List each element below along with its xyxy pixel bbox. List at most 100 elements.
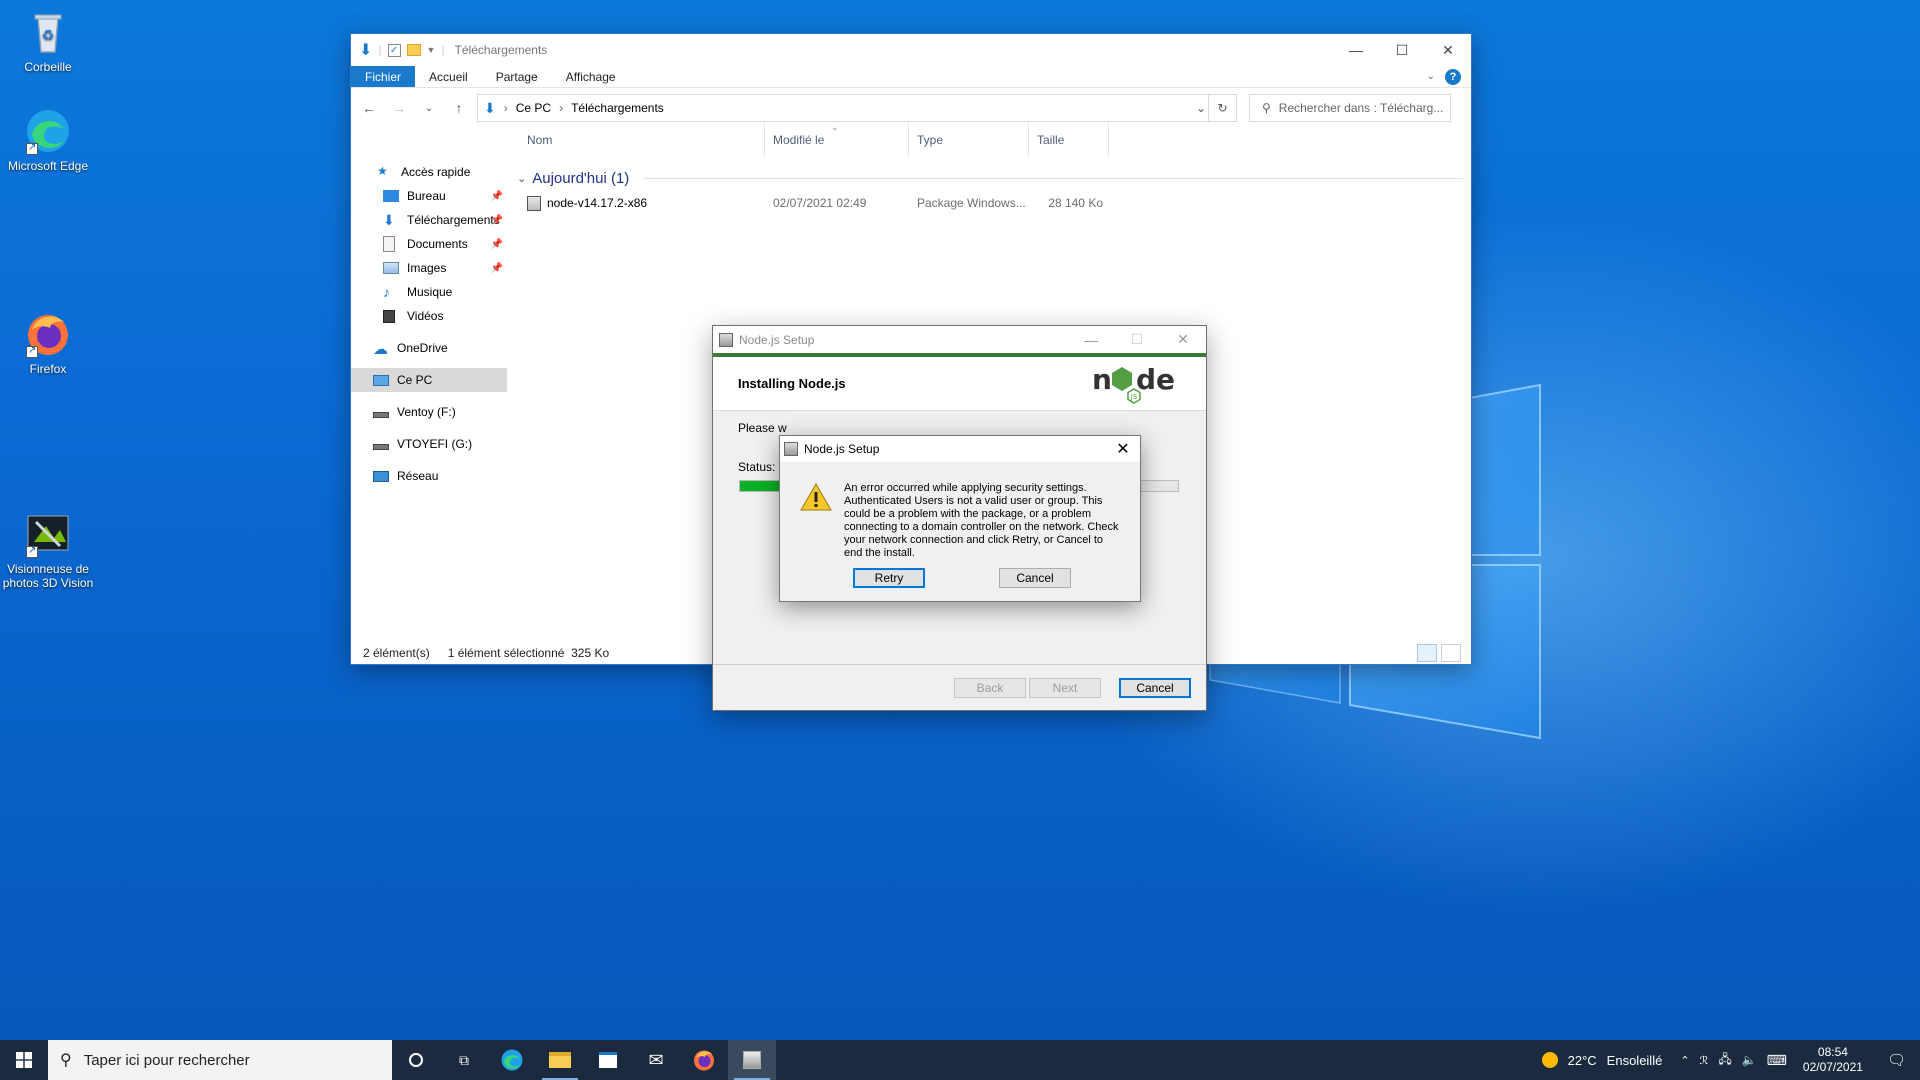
weather-description[interactable]: Ensoleillé (1607, 1053, 1663, 1068)
computer-icon (373, 374, 389, 386)
next-button[interactable]: Next (1029, 678, 1101, 698)
chevron-up-icon[interactable]: ⌃ (1680, 1054, 1689, 1067)
taskbar-mail[interactable]: ✉ (632, 1040, 680, 1080)
setup-title: Node.js Setup (739, 332, 815, 347)
start-button[interactable] (0, 1040, 48, 1080)
weather-sun-icon[interactable] (1541, 1052, 1558, 1068)
taskbar-store[interactable] (584, 1040, 632, 1080)
forward-arrow-icon[interactable]: → (387, 100, 411, 116)
details-view-icon[interactable] (1417, 644, 1437, 662)
back-arrow-icon[interactable]: ← (357, 100, 381, 116)
close-icon[interactable]: ✕ (1106, 436, 1140, 462)
cortana-button[interactable] (392, 1040, 440, 1080)
error-dialog[interactable]: Node.js Setup ✕ An error occurred while … (779, 435, 1141, 602)
tab-accueil[interactable]: Accueil (415, 66, 482, 87)
nav-network[interactable]: Réseau (351, 464, 507, 488)
maximize-button[interactable]: ☐ (1379, 34, 1425, 66)
installer-icon (784, 442, 798, 456)
breadcrumb-this-pc[interactable]: Ce PC (516, 101, 551, 115)
desktop-icon-recycle-bin[interactable]: ♻ Corbeille (0, 8, 96, 74)
nav-item-telechargements[interactable]: ⬇ Téléchargements 📌 (351, 208, 507, 232)
tab-fichier[interactable]: Fichier (351, 66, 416, 87)
task-view-button[interactable]: ⧉ (440, 1040, 488, 1080)
address-dropdown-icon[interactable]: ⌄ (1196, 101, 1206, 115)
up-arrow-icon[interactable]: ↑ (447, 100, 471, 116)
store-bag-icon (599, 1052, 617, 1068)
documents-icon (383, 236, 395, 252)
nav-item-documents[interactable]: Documents 📌 (351, 232, 507, 256)
taskbar-nodejs-setup[interactable] (728, 1040, 776, 1080)
column-type[interactable]: Type (909, 124, 1029, 156)
new-folder-icon[interactable] (406, 44, 421, 56)
back-button[interactable]: Back (954, 678, 1026, 698)
breadcrumb-downloads[interactable]: Téléchargements (571, 101, 664, 115)
retry-button[interactable]: Retry (853, 568, 925, 588)
nav-quick-access[interactable]: ★ Accès rapide (351, 160, 507, 184)
tab-affichage[interactable]: Affichage (552, 66, 630, 87)
tab-partage[interactable]: Partage (482, 66, 552, 87)
firefox-icon (24, 310, 72, 358)
nav-item-images[interactable]: Images 📌 (351, 256, 507, 280)
nav-item-musique[interactable]: ♪ Musique (351, 280, 507, 304)
recent-locations-icon[interactable]: ⌄ (417, 103, 441, 114)
maximize-button[interactable]: ☐ (1114, 326, 1160, 353)
cancel-button[interactable]: Cancel (1119, 678, 1191, 698)
nav-this-pc[interactable]: Ce PC (351, 368, 507, 392)
download-arrow-icon: ⬇ (359, 42, 373, 59)
group-header[interactable]: ⌄ Aujourd'hui (1) (509, 168, 1471, 188)
clock-time: 08:54 (1817, 1045, 1848, 1059)
nav-onedrive[interactable]: ☁ OneDrive (351, 336, 507, 360)
error-dialog-title: Node.js Setup (804, 442, 880, 456)
close-button[interactable]: ✕ (1425, 34, 1471, 66)
minimize-button[interactable]: — (1068, 326, 1114, 353)
search-box[interactable]: ⚲ Rechercher dans : Télécharg... (1249, 94, 1451, 122)
desktop-icon-label: Visionneuse de photos 3D Vision (2, 562, 94, 590)
cancel-button[interactable]: Cancel (999, 568, 1071, 588)
pin-icon[interactable]: 📌 (491, 239, 503, 250)
setup-titlebar[interactable]: Node.js Setup — ☐ ✕ (713, 326, 1206, 353)
edge-icon (24, 107, 72, 155)
refresh-icon[interactable]: ↻ (1208, 95, 1236, 121)
nav-item-videos[interactable]: Vidéos (351, 304, 507, 328)
network-icon[interactable]: 🖧 (1718, 1050, 1731, 1071)
properties-checkbox-icon[interactable]: ✓ (387, 43, 401, 57)
desktop-icon-3d-vision[interactable]: Visionneuse de photos 3D Vision (0, 510, 96, 590)
pin-icon[interactable]: 📌 (491, 215, 503, 226)
minimize-button[interactable]: — (1333, 34, 1379, 66)
svg-text:♻: ♻ (42, 27, 55, 43)
column-modified[interactable]: Modifié le ⌄ (765, 122, 909, 156)
large-icons-view-icon[interactable] (1441, 644, 1461, 662)
help-icon[interactable]: ? (1445, 68, 1461, 85)
weather-temperature[interactable]: 22°C (1568, 1053, 1597, 1068)
volume-icon[interactable]: 🔈 (1742, 1053, 1757, 1067)
customize-toolbar-icon[interactable]: ▼ (427, 45, 436, 55)
usb-drive-icon (373, 412, 389, 418)
pin-icon[interactable]: 📌 (491, 191, 503, 202)
input-method-icon[interactable]: ℛ (1700, 1054, 1709, 1067)
clock[interactable]: 08:54 02/07/2021 (1797, 1045, 1869, 1075)
taskbar-file-explorer[interactable] (536, 1040, 584, 1080)
nav-item-bureau[interactable]: Bureau 📌 (351, 184, 507, 208)
pin-icon[interactable]: 📌 (491, 263, 503, 274)
desktop-icon-edge[interactable]: Microsoft Edge (0, 107, 96, 173)
taskbar-firefox[interactable] (680, 1040, 728, 1080)
file-row[interactable]: node-v14.17.2-x86 02/07/2021 02:49 Packa… (509, 192, 1471, 214)
address-bar[interactable]: ⬇ › Ce PC › Téléchargements ⌄ ↻ (477, 94, 1237, 122)
nav-drive-g[interactable]: VTOYEFI (G:) (351, 432, 507, 456)
item-count: 2 élément(s) (363, 646, 430, 660)
close-button[interactable]: ✕ (1160, 326, 1206, 353)
explorer-titlebar[interactable]: ⬇ | ✓ ▼ | Téléchargements — ☐ ✕ (351, 34, 1471, 66)
keyboard-icon[interactable]: ⌨ (1767, 1052, 1787, 1069)
error-dialog-titlebar[interactable]: Node.js Setup ✕ (780, 436, 1140, 462)
desktop-icon-firefox[interactable]: Firefox (0, 310, 96, 376)
expand-ribbon-icon[interactable]: ⌄ (1427, 71, 1435, 82)
notifications-icon[interactable]: 🗨 (1879, 1051, 1914, 1069)
taskbar: ⚲ Taper ici pour rechercher ⧉ ✉ 22°C Ens… (0, 1040, 1920, 1080)
taskbar-search-box[interactable]: ⚲ Taper ici pour rechercher (48, 1040, 392, 1080)
column-size[interactable]: Taille (1029, 124, 1109, 156)
nav-drive-f[interactable]: Ventoy (F:) (351, 400, 507, 424)
taskbar-edge[interactable] (488, 1040, 536, 1080)
music-icon: ♪ (383, 284, 390, 300)
column-name[interactable]: Nom (509, 124, 765, 156)
star-icon: ★ (377, 164, 388, 178)
